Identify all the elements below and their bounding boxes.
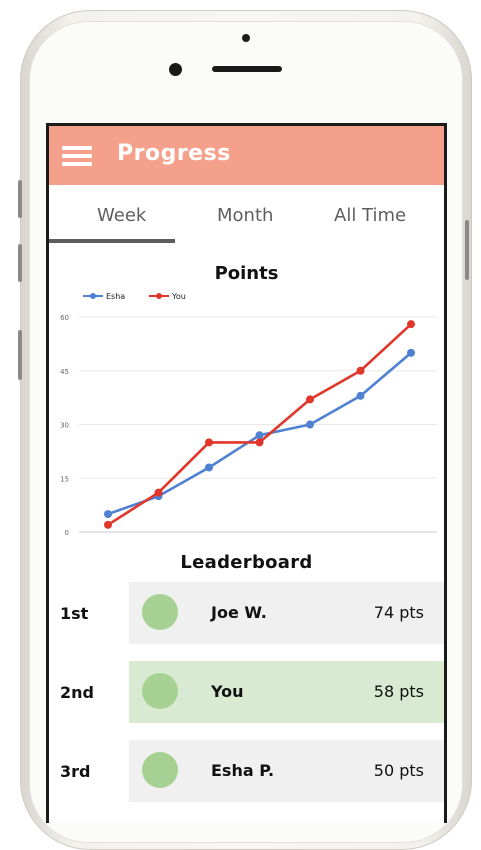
data-point — [407, 348, 415, 357]
data-point — [104, 520, 112, 529]
line-chart: 0 15 30 45 60 Esha You — [60, 292, 437, 537]
data-point — [356, 366, 365, 375]
tab-week[interactable]: Week — [97, 205, 146, 226]
volume-up-button — [18, 180, 22, 218]
player-name: Esha P. — [211, 761, 275, 780]
volume-down-button — [18, 244, 22, 282]
legend-marker — [90, 293, 96, 299]
data-point — [306, 420, 314, 429]
avatar — [142, 673, 178, 709]
leaderboard-row[interactable]: 2nd You 58 pts — [49, 661, 444, 723]
hamburger-icon[interactable] — [62, 146, 92, 167]
avatar — [142, 594, 178, 630]
leaderboard-card: Joe W. 74 pts — [129, 582, 444, 644]
data-point — [205, 438, 213, 447]
page-title: Progress — [117, 141, 231, 166]
front-camera — [169, 63, 182, 76]
data-point — [255, 431, 264, 440]
player-points: 50 pts — [373, 761, 424, 780]
data-point — [407, 320, 415, 329]
tab-month[interactable]: Month — [217, 205, 273, 226]
tab-bar: Week Month All Time — [49, 185, 444, 245]
phone-screen: Progress Week Month All Time Points 0 15 3… — [46, 123, 447, 823]
y-tick-label: 45 — [60, 368, 69, 376]
power-button — [465, 220, 469, 280]
app-display: Progress Week Month All Time Points 0 15 3… — [49, 126, 444, 823]
active-tab-indicator — [49, 239, 175, 243]
rank-label: 1st — [60, 604, 89, 623]
leaderboard-row[interactable]: 3rd Esha P. 50 pts — [49, 740, 444, 802]
proximity-sensor — [242, 34, 250, 42]
data-point — [306, 395, 314, 404]
y-tick-label: 15 — [60, 475, 69, 483]
leaderboard-card-highlighted: You 58 pts — [129, 661, 444, 723]
legend-marker — [156, 293, 162, 299]
legend-label: Esha — [106, 292, 125, 301]
tab-all-time[interactable]: All Time — [334, 205, 406, 226]
player-points: 58 pts — [373, 682, 424, 701]
y-tick-label: 60 — [60, 314, 69, 322]
player-name: Joe W. — [211, 603, 267, 622]
leaderboard-title: Leaderboard — [180, 552, 313, 573]
app-header: Progress — [49, 126, 444, 185]
leaderboard-row[interactable]: 1st Joe W. 74 pts — [49, 582, 444, 644]
data-point — [104, 510, 112, 519]
rank-label: 2nd — [60, 683, 94, 702]
leaderboard-card: Esha P. 50 pts — [129, 740, 444, 802]
data-point — [205, 463, 213, 472]
player-name: You — [211, 682, 244, 701]
data-point — [255, 438, 264, 447]
mute-switch — [18, 330, 22, 380]
y-tick-label: 0 — [65, 529, 69, 537]
legend-label: You — [171, 292, 186, 301]
y-tick-label: 30 — [60, 422, 69, 430]
avatar — [142, 752, 178, 788]
data-point — [154, 488, 163, 497]
rank-label: 3rd — [60, 762, 91, 781]
data-point — [356, 391, 365, 400]
points-chart: Points 0 15 30 45 60 Esha You — [49, 251, 444, 541]
earpiece-speaker — [212, 66, 282, 72]
player-points: 74 pts — [373, 603, 424, 622]
